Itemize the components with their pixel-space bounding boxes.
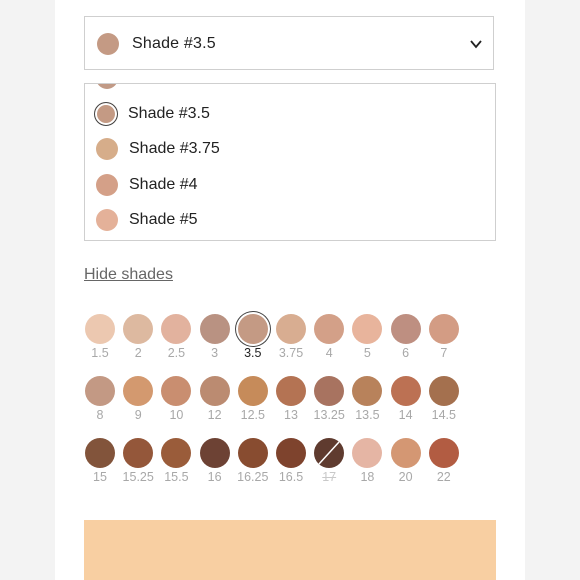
shade-color-dot: [85, 314, 115, 344]
option-swatch: [96, 173, 118, 196]
shade-color-dot: [390, 314, 421, 344]
shade-color-dot: [237, 314, 268, 344]
product-swatch-image: [488, 194, 496, 241]
shade-dropdown-list[interactable]: Shade #3.5 Shade #3.75 Shade #4 Shade #5: [84, 83, 496, 241]
shade-swatch[interactable]: 7: [428, 312, 464, 362]
shade-color-dot: [314, 376, 345, 406]
shade-color-dot: [237, 438, 268, 468]
shade-color-dot: [237, 376, 268, 406]
option-swatch: [94, 101, 118, 126]
shade-number: 22: [436, 470, 451, 484]
option-label: Shade #4: [129, 175, 198, 193]
shade-number: 14.5: [431, 408, 456, 422]
shade-color-dot: [276, 438, 306, 468]
hide-shades-link[interactable]: Hide shades: [84, 266, 173, 284]
shade-color-dot: [428, 376, 459, 406]
shade-color-dot: [85, 438, 115, 468]
shade-color-dot: [428, 438, 459, 468]
shade-grid: 1.5 2 2.5 3 3.5 3.75 4 5 6 7 8 9 10 12 12.5 13 13.25 13.5…: [84, 312, 504, 492]
shade-color-dot: [123, 314, 154, 344]
shade-preview-bar: [84, 520, 496, 580]
shade-color-dot: [276, 314, 306, 344]
shade-color-dot: [428, 314, 459, 344]
chevron-down-icon[interactable]: [469, 37, 483, 51]
shade-color-dot: [161, 376, 192, 406]
option-label: Shade #3.5: [128, 104, 210, 122]
shade-color-dot: [161, 314, 192, 344]
shade-color-dot: [199, 314, 230, 344]
option-label: Shade #3.75: [129, 140, 220, 157]
selected-shade-label: Shade #3.5: [132, 35, 216, 52]
shade-color-dot: [352, 438, 383, 468]
shade-color-dot: [199, 438, 230, 468]
shade-color-dot: [199, 376, 230, 406]
shade-color-dot: [161, 438, 192, 468]
shade-color-dot: [390, 438, 421, 468]
dropdown-option[interactable]: Shade #5: [85, 202, 385, 238]
shade-color-dot: [276, 376, 306, 406]
shade-color-dot: [390, 376, 421, 406]
shade-color-dot: [352, 376, 383, 406]
dropdown-option[interactable]: Shade #3.5: [85, 96, 385, 132]
dropdown-option[interactable]: Shade #3.75: [85, 131, 385, 167]
unavailable-slash-icon: [318, 441, 340, 465]
shade-number: 7: [440, 346, 448, 360]
option-label: Shade #5: [129, 211, 198, 228]
dropdown-option[interactable]: [85, 84, 385, 96]
shade-color-dot: [123, 438, 154, 468]
selected-shade-swatch: [97, 33, 119, 55]
shade-color-dot: [85, 376, 115, 406]
option-swatch: [96, 84, 118, 89]
shade-color-dot: [123, 376, 154, 406]
option-swatch: [96, 209, 118, 231]
shade-swatch[interactable]: 22: [428, 436, 464, 486]
shade-color-dot: [314, 314, 345, 344]
shade-select[interactable]: Shade #3.5: [84, 16, 494, 70]
shade-color-dot: [352, 314, 383, 344]
shade-swatch[interactable]: 14.5: [428, 374, 464, 424]
dropdown-option[interactable]: Shade #4: [85, 167, 385, 203]
option-swatch: [96, 138, 118, 160]
